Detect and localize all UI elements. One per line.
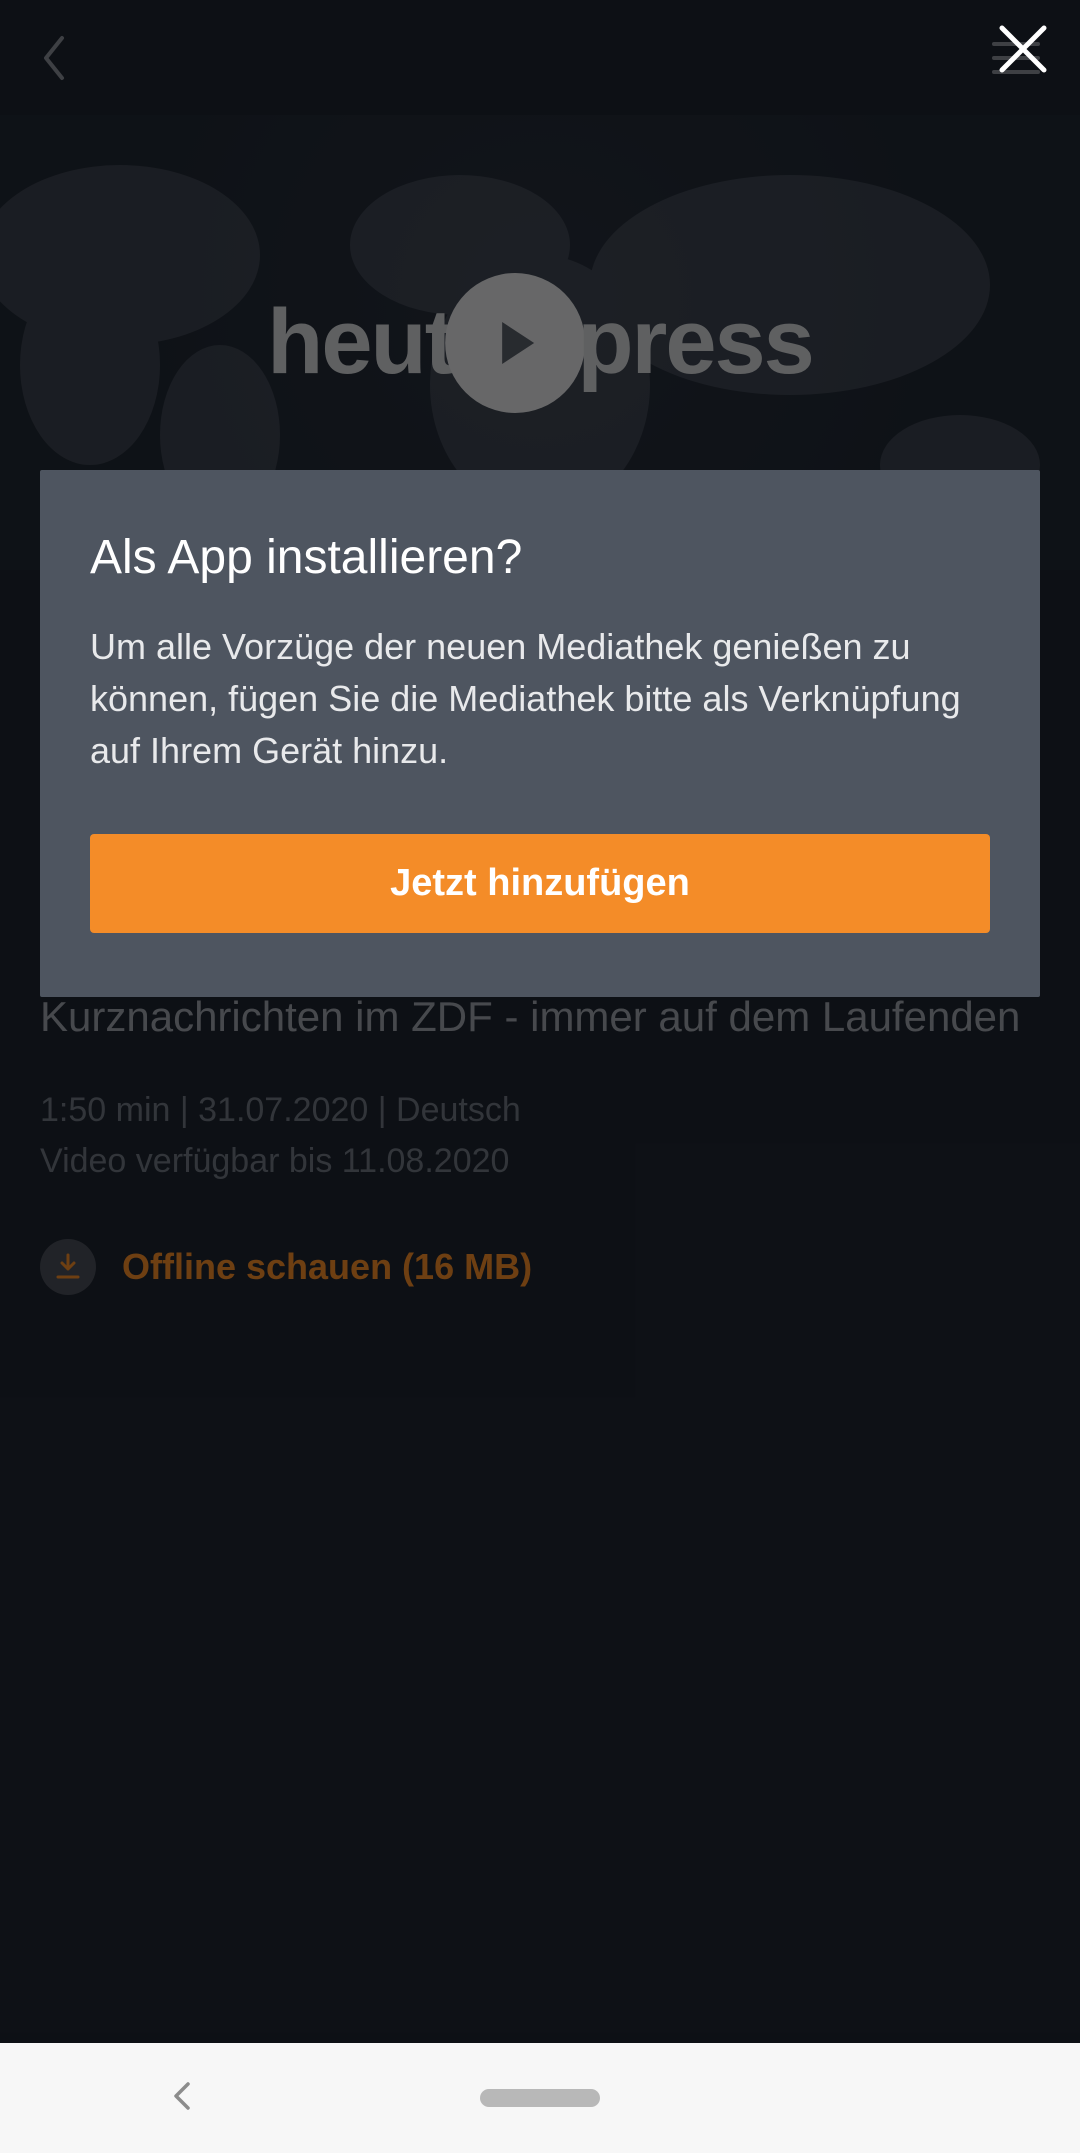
system-home-pill[interactable] xyxy=(480,2089,600,2107)
system-navigation-bar xyxy=(0,2043,1080,2153)
modal-scrim[interactable] xyxy=(0,0,1080,2153)
install-app-dialog: Als App installieren? Um alle Vorzüge de… xyxy=(40,470,1040,997)
add-now-button[interactable]: Jetzt hinzufügen xyxy=(90,834,990,933)
close-icon xyxy=(996,22,1050,76)
close-button[interactable] xyxy=(996,22,1050,81)
chevron-left-icon xyxy=(170,2080,194,2112)
system-back-button[interactable] xyxy=(170,2080,194,2117)
dialog-body: Um alle Vorzüge der neuen Mediathek geni… xyxy=(90,621,990,778)
dialog-title: Als App installieren? xyxy=(90,530,990,585)
